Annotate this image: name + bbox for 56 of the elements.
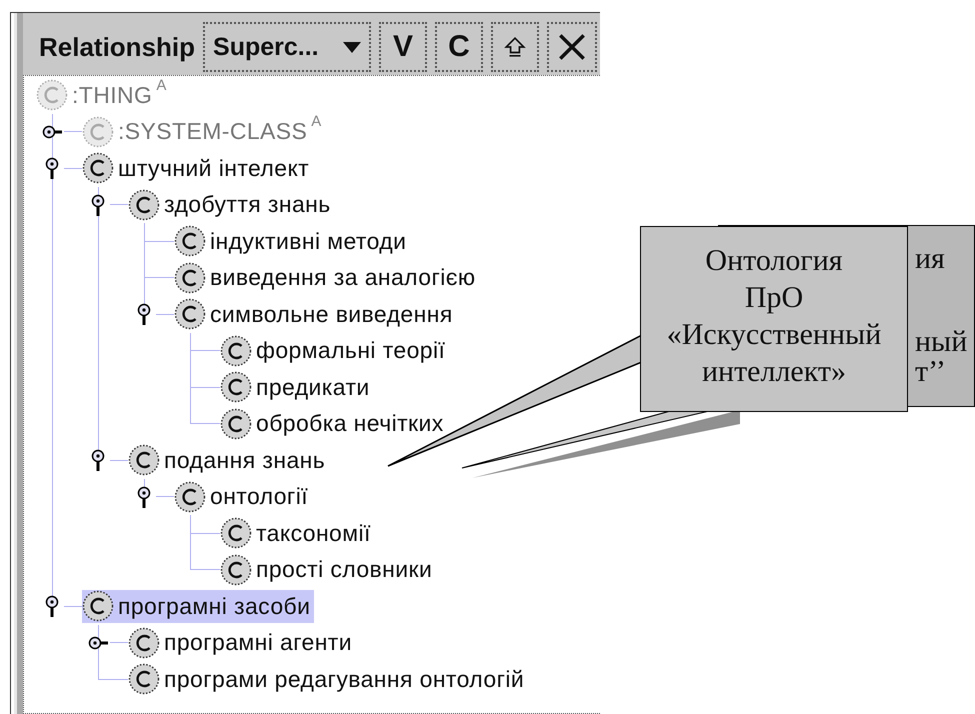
- expanded-handle-icon[interactable]: [137, 486, 151, 508]
- expanded-handle-icon[interactable]: [137, 303, 151, 326]
- relationship-dropdown[interactable]: Superc...: [203, 22, 372, 72]
- tree-item[interactable]: штучний інтелект: [82, 152, 314, 185]
- class-name: виведення за аналогією: [210, 264, 476, 292]
- tree-item[interactable]: здобуття знань: [128, 188, 335, 222]
- class-name: програмні засоби: [118, 592, 310, 620]
- tree-item[interactable]: онтології: [174, 480, 312, 514]
- tree-item[interactable]: формальні теорії: [220, 334, 450, 368]
- class-name: програми редагування онтологій: [164, 666, 524, 693]
- class-name: :SYSTEM-CLASS: [118, 118, 308, 146]
- tree-item[interactable]: програмні агенти: [128, 626, 356, 660]
- toolbar-button[interactable]: C: [435, 22, 484, 72]
- class-name: обробка нечітких: [256, 410, 444, 438]
- class-name: формальні теорії: [256, 337, 446, 364]
- tree-item[interactable]: виведення за аналогією: [174, 261, 480, 294]
- abstract-label: A: [311, 113, 322, 130]
- expanded-handle-icon[interactable]: [91, 449, 105, 472]
- expanded-handle-icon[interactable]: [45, 595, 59, 618]
- callout-text: интеллект»: [702, 354, 846, 390]
- collapsed-handle-icon[interactable]: [88, 636, 108, 650]
- tree-item[interactable]: символьне виведення: [174, 298, 457, 331]
- tree-item[interactable]: обробка нечітких: [220, 407, 448, 440]
- class-name: здобуття знань: [164, 191, 331, 218]
- tree-item[interactable]: таксономії: [220, 516, 375, 550]
- tree-item[interactable]: подання знань: [128, 444, 330, 477]
- close-icon: [558, 33, 586, 61]
- tree-item[interactable]: предикати: [220, 370, 374, 404]
- relationship-label: Relationship: [39, 32, 196, 62]
- tree-item[interactable]: прості словники: [220, 553, 436, 586]
- class-name: подання знань: [164, 446, 326, 474]
- expanded-handle-icon[interactable]: [45, 157, 59, 180]
- tree-item[interactable]: програми редагування онтологій: [128, 662, 528, 696]
- class-name: прості словники: [256, 556, 432, 584]
- expanded-handle-icon[interactable]: [91, 194, 105, 216]
- class-name: символьне виведення: [210, 300, 453, 328]
- tree-item[interactable]: індуктивні методи: [174, 224, 410, 258]
- delete-button[interactable]: [547, 22, 598, 72]
- up-arrow-icon: [504, 36, 526, 58]
- class-name: предикати: [256, 374, 370, 401]
- tree-item[interactable]: програмні засоби: [82, 590, 314, 623]
- class-name: :THING: [72, 82, 152, 109]
- callout-text: «Искусственный: [666, 317, 882, 353]
- collapsed-handle-icon[interactable]: [42, 124, 62, 139]
- class-name: індуктивні методи: [210, 228, 406, 255]
- class-name: онтології: [210, 483, 308, 510]
- caret-icon: [343, 42, 362, 52]
- class-name: штучний інтелект: [118, 154, 310, 182]
- class-name: програмні агенти: [164, 629, 352, 656]
- class-name: таксономії: [256, 520, 371, 547]
- toolbar-button[interactable]: V: [379, 22, 428, 72]
- abstract-label: A: [156, 76, 166, 94]
- callout-text: ПрО: [744, 280, 804, 316]
- callout-text: Онтология: [705, 243, 843, 279]
- move-up-button[interactable]: [491, 22, 540, 72]
- callout-text: ия: [915, 241, 945, 277]
